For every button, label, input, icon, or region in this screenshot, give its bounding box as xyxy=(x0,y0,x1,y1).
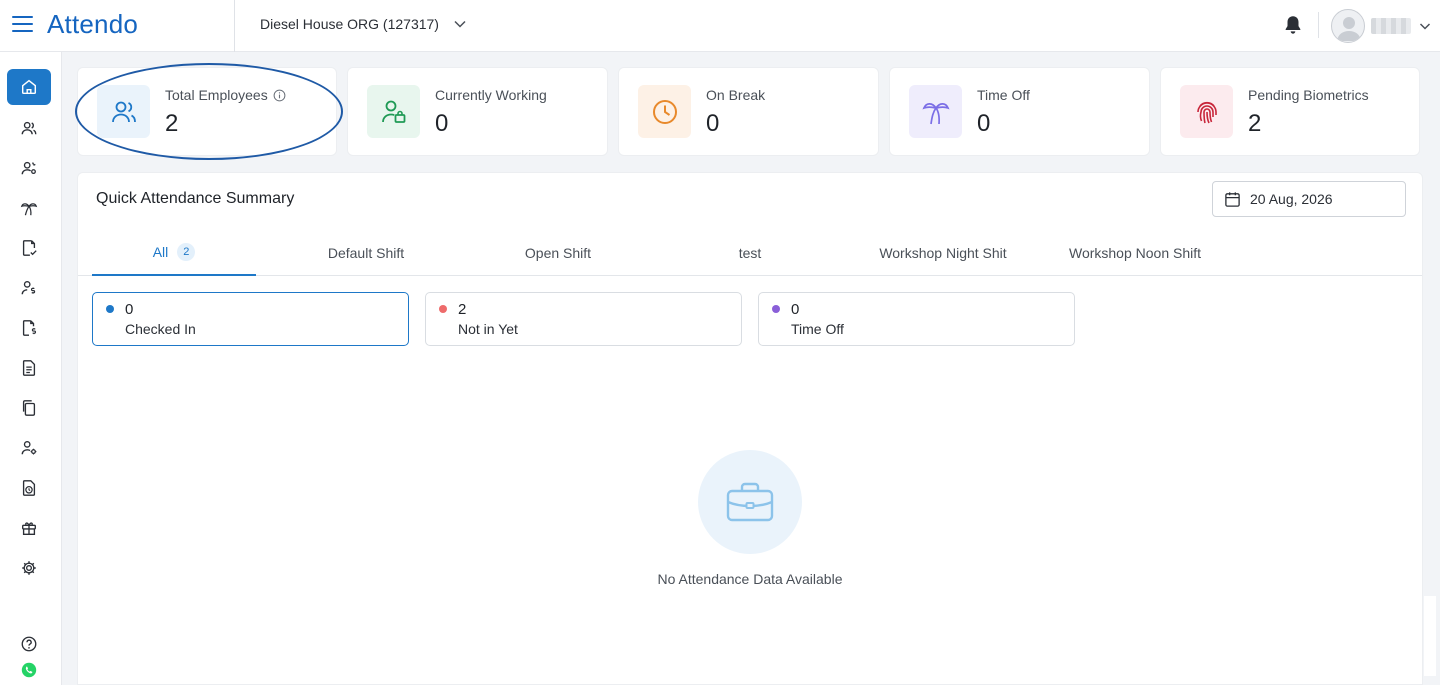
date-value: 20 Aug, 2026 xyxy=(1250,191,1333,207)
empty-state-illustration xyxy=(698,450,802,554)
stat-label: Time Off xyxy=(791,321,844,337)
org-selector[interactable]: Diesel House ORG (127317) xyxy=(260,16,467,32)
tab-open-shift[interactable]: Open Shift xyxy=(482,229,634,276)
app-logo[interactable]: Attendo xyxy=(47,9,138,40)
sidebar-item-timesheets[interactable] xyxy=(7,470,51,506)
chevron-down-icon xyxy=(454,20,466,28)
shift-tabs: All 2 Default Shift Open Shift test Work… xyxy=(78,229,1422,276)
sidebar-item-settings[interactable] xyxy=(7,550,51,586)
tab-test[interactable]: test xyxy=(674,229,826,276)
kpi-icon-box xyxy=(97,85,150,138)
kpi-icon-box xyxy=(638,85,691,138)
stat-label: Checked In xyxy=(125,321,196,337)
whatsapp-button[interactable] xyxy=(7,652,51,685)
file-dollar-icon xyxy=(22,320,37,336)
kpi-value: 2 xyxy=(165,110,179,137)
user-dollar-icon xyxy=(21,281,36,295)
sidebar-item-expenses[interactable] xyxy=(7,310,51,346)
stat-card-time-off[interactable]: 0 Time Off xyxy=(758,292,1075,346)
scrollbar-track[interactable] xyxy=(1424,596,1436,676)
stat-count: 0 xyxy=(791,301,800,318)
kpi-card-pending-biometrics[interactable]: Pending Biometrics 2 xyxy=(1160,67,1420,156)
user-gear-icon xyxy=(21,441,37,455)
sidebar-item-roles[interactable] xyxy=(7,430,51,466)
panel-title: Quick Attendance Summary xyxy=(96,190,295,207)
attendance-summary-panel: Quick Attendance Summary 20 Aug, 2026 Al… xyxy=(77,172,1423,685)
avatar[interactable] xyxy=(1331,9,1365,43)
kpi-value: 0 xyxy=(977,110,991,137)
palm-tree-icon xyxy=(921,102,950,124)
tab-default-shift[interactable]: Default Shift xyxy=(290,229,442,276)
bell-icon[interactable] xyxy=(1282,14,1304,36)
kpi-card-currently-working[interactable]: Currently Working 0 xyxy=(347,67,608,156)
sidebar-item-time-off[interactable] xyxy=(7,190,51,226)
sidebar-item-user-settings[interactable] xyxy=(7,150,51,186)
users-icon xyxy=(21,121,37,135)
kpi-value: 0 xyxy=(706,110,720,137)
kpi-label: On Break xyxy=(706,87,766,103)
sidebar-item-reports[interactable] xyxy=(7,350,51,386)
fingerprint-icon xyxy=(1196,101,1217,123)
user-badge-icon xyxy=(381,100,405,123)
kpi-icon-box xyxy=(367,85,420,138)
sidebar-item-rewards[interactable] xyxy=(7,510,51,546)
chevron-down-icon[interactable] xyxy=(1418,19,1432,33)
help-circle-icon xyxy=(21,636,37,652)
document-icon xyxy=(22,360,36,376)
kpi-label: Currently Working xyxy=(435,87,547,103)
kpi-value: 2 xyxy=(1248,110,1262,137)
status-dot xyxy=(439,305,447,313)
kpi-label: Total Employees xyxy=(165,87,286,103)
user-name-redacted[interactable] xyxy=(1371,18,1411,34)
palm-tree-icon xyxy=(20,203,38,216)
kpi-icon-box xyxy=(1180,85,1233,138)
kpi-card-total-employees[interactable]: Total Employees 2 xyxy=(77,67,337,156)
sidebar-item-documents[interactable] xyxy=(7,390,51,426)
kpi-label: Pending Biometrics xyxy=(1248,87,1369,103)
stat-count: 2 xyxy=(458,301,467,318)
gift-icon xyxy=(22,522,36,535)
status-dot xyxy=(772,305,780,313)
stat-count: 0 xyxy=(125,301,134,318)
stat-card-checked-in[interactable]: 0 Checked In xyxy=(92,292,409,346)
tab-workshop-noon-shift[interactable]: Workshop Noon Shift xyxy=(1055,229,1215,276)
user-settings-icon xyxy=(21,161,36,175)
tab-all[interactable]: All 2 xyxy=(92,229,256,276)
top-header: Attendo Diesel House ORG (127317) xyxy=(0,0,1440,52)
status-dot xyxy=(106,305,114,313)
copy-icon xyxy=(22,400,36,416)
info-icon[interactable] xyxy=(273,89,286,102)
kpi-value: 0 xyxy=(435,110,449,137)
sidebar-item-employees[interactable] xyxy=(7,110,51,146)
empty-state-message: No Attendance Data Available xyxy=(657,571,843,587)
kpi-card-on-break[interactable]: On Break 0 xyxy=(618,67,879,156)
org-name: Diesel House ORG (127317) xyxy=(260,16,439,32)
count-badge: 2 xyxy=(177,242,196,261)
briefcase-icon xyxy=(726,482,774,522)
kpi-label: Time Off xyxy=(977,87,1030,103)
sidebar-item-home[interactable] xyxy=(7,69,51,105)
kpi-icon-box xyxy=(909,85,962,138)
tab-workshop-night-shift[interactable]: Workshop Night Shit xyxy=(863,229,1023,276)
clock-file-icon xyxy=(22,480,36,496)
users-icon xyxy=(111,101,136,122)
header-divider xyxy=(1318,12,1319,38)
stat-card-not-in-yet[interactable]: 2 Not in Yet xyxy=(425,292,742,346)
file-check-icon xyxy=(22,240,37,256)
calendar-icon xyxy=(1225,191,1240,207)
home-icon xyxy=(21,79,37,95)
date-picker[interactable]: 20 Aug, 2026 xyxy=(1212,181,1406,217)
sidebar xyxy=(0,52,62,685)
kpi-card-time-off[interactable]: Time Off 0 xyxy=(889,67,1150,156)
whatsapp-icon xyxy=(21,662,37,678)
stat-label: Not in Yet xyxy=(458,321,518,337)
sidebar-item-approvals[interactable] xyxy=(7,230,51,266)
sidebar-item-payroll[interactable] xyxy=(7,270,51,306)
hamburger-menu-icon[interactable] xyxy=(12,16,33,34)
header-divider xyxy=(234,0,235,52)
settings-icon xyxy=(22,561,36,575)
clock-icon xyxy=(652,99,677,124)
